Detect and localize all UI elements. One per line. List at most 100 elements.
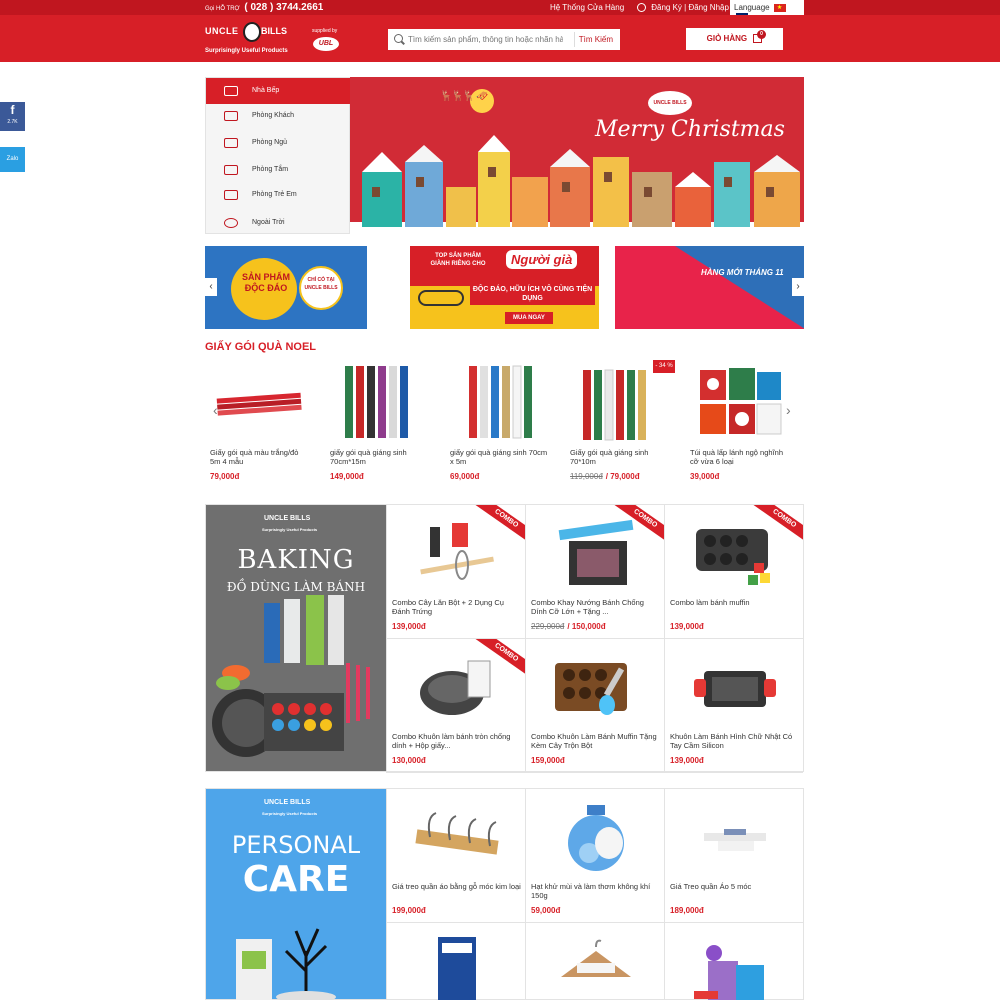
glasses-icon [418, 290, 464, 306]
product-card[interactable]: Giá Treo quần Áo 5 móc 189,000đ [664, 789, 803, 923]
promo1-title: SẢN PHẨM ĐỘC ĐÁO [241, 272, 290, 293]
product-name[interactable]: Hạt khử mùi và làm thơm không khí 150g [531, 882, 661, 900]
store-system-link[interactable]: Hệ Thống Cửa Hàng [550, 3, 624, 12]
hero-banner-christmas[interactable]: 🦌🦌🦌 🛷 UNCLE BILLS Merry Christmas [350, 77, 804, 234]
banner-logo: UNCLE BILLS [264, 799, 311, 806]
product-price: 149,000đ [330, 472, 364, 481]
product-price: 199,000đ [392, 906, 426, 915]
product-image [694, 671, 776, 707]
carousel-prev-arrow[interactable]: ‹ [205, 278, 217, 296]
product-card[interactable]: COMBO Combo Cây Lăn Bột + 2 Dụng Cụ Đánh… [386, 505, 525, 639]
category-label: Phòng Ngủ [252, 139, 288, 146]
product-name[interactable]: Giá Treo quần Áo 5 móc [670, 882, 800, 891]
product-card[interactable]: Combo Khuôn Làm Bánh Muffin Tặng Kèm Cây… [525, 639, 664, 773]
product-card[interactable]: Hạt khử mùi và làm thơm không khí 150g 5… [525, 789, 664, 923]
banner-title: PERSONAL [231, 831, 361, 859]
product-card[interactable] [386, 923, 525, 1000]
search-button[interactable]: Tìm Kiếm [573, 32, 617, 47]
search-input[interactable] [408, 32, 563, 47]
cart-button[interactable]: GIỎ HÀNG 0 [686, 28, 783, 50]
language-selector[interactable]: Language [730, 0, 804, 21]
current-price: 189,000đ [670, 906, 704, 915]
product-name[interactable]: giấy gói quà giáng sinh 70cm*15m [330, 448, 430, 466]
promo-banner-elderly[interactable]: TOP SẢN PHẨM GIÀNH RIÊNG CHO Người già Đ… [410, 246, 599, 329]
category-item-kitchen[interactable]: Nhà Bếp [206, 78, 351, 104]
category-item-bedroom[interactable]: Phòng Ngủ [206, 130, 351, 156]
user-icon [637, 3, 646, 13]
category-label: Phòng Trẻ Em [252, 191, 297, 198]
product-card[interactable]: Khuôn Làm Bánh Hình Chữ Nhật Có Tay Cầm … [664, 639, 803, 773]
current-price: 139,000đ [670, 756, 704, 765]
banner-subtitle: CARE [242, 859, 350, 900]
header: UNCLE BILLS Surprisingly Useful Products… [0, 15, 1000, 62]
product-name[interactable]: Combo Khuôn làm bánh tròn chống dính + H… [392, 732, 522, 750]
product-card[interactable] [664, 923, 803, 1000]
product-card[interactable]: Túi quà lấp lánh ngộ nghĩnh cỡ vừa 6 loạ… [685, 360, 795, 490]
facebook-icon: f [10, 103, 15, 117]
buy-now-button[interactable]: MUA NGAY [505, 312, 553, 324]
current-price: 199,000đ [392, 906, 426, 915]
product-price: 139,000đ [392, 622, 426, 631]
product-card[interactable] [525, 923, 664, 1000]
product-name[interactable]: Combo Cây Lăn Bột + 2 Dụng Cụ Đánh Trứng [392, 598, 522, 616]
cart-count-badge: 0 [757, 30, 766, 39]
carousel-next-arrow[interactable]: › [792, 278, 804, 296]
category-item-bathroom[interactable]: Phòng Tắm [206, 157, 351, 183]
banner-tagline: Surprisingly Useful Products [262, 527, 318, 532]
facebook-share-button[interactable]: f 2.7K [0, 102, 25, 131]
personal-care-category-banner[interactable]: UNCLE BILLS Surprisingly Useful Products… [206, 789, 386, 1000]
product-card[interactable]: Giá treo quần áo bằng gỗ móc kim loại 19… [386, 789, 525, 923]
baking-tools-illustration [212, 595, 370, 757]
section-title-noel[interactable]: GIẤY GÓI QUÀ NOEL [205, 341, 316, 353]
product-card[interactable]: COMBO Combo làm bánh muffin 139,000đ [664, 505, 803, 639]
logo-text-right: BILLS [261, 26, 287, 36]
current-price: 139,000đ [670, 622, 704, 631]
product-name[interactable]: Combo Khay Nướng Bánh Chống Dính Cỡ Lớn … [531, 598, 661, 616]
current-price: 39,000đ [690, 472, 720, 481]
product-card[interactable]: COMBO Combo Khuôn làm bánh tròn chống dí… [386, 639, 525, 773]
product-name[interactable]: Giấy gói quà màu trắng/đỏ 5m 4 mẫu [210, 448, 310, 466]
product-image [216, 392, 302, 416]
product-name[interactable]: giấy gói quà giáng sinh 70cm x 5m [450, 448, 550, 466]
zalo-button[interactable]: Zalo [0, 147, 25, 172]
product-card[interactable]: giấy gói quà giáng sinh 70cm*15m 149,000… [325, 360, 435, 490]
top-bar: Gọi HỖ TRỢ ( 028 ) 3744.2661 Hệ Thống Cử… [0, 0, 1000, 21]
account-link[interactable]: Đăng Ký | Đăng Nhập [637, 3, 729, 13]
site-logo[interactable]: UNCLE BILLS Surprisingly Useful Products [205, 22, 305, 58]
old-price: 229,000đ [531, 622, 565, 631]
category-item-living-room[interactable]: Phòng Khách [206, 103, 351, 129]
product-price: 189,000đ [670, 906, 704, 915]
current-price: 79,000đ [610, 472, 640, 481]
product-name[interactable]: Combo Khuôn Làm Bánh Muffin Tặng Kèm Cây… [531, 732, 661, 750]
category-item-kids-room[interactable]: Phòng Trẻ Em [206, 182, 351, 208]
promo-banner-new-arrivals[interactable]: HÀNG MỚI THÁNG 11 › [615, 246, 804, 329]
old-price: 119,000đ [570, 472, 603, 481]
product-card[interactable]: - 34 % Giấy gói quà giáng sinh 70*10m 11… [565, 360, 675, 490]
product-card[interactable]: giấy gói quà giáng sinh 70cm x 5m 69,000… [445, 360, 555, 490]
category-item-outdoor[interactable]: Ngoài Trời [206, 210, 351, 236]
product-name[interactable]: Giấy gói quà giáng sinh 70*10m [570, 448, 670, 466]
product-image [415, 812, 499, 855]
banner-title: BAKING [237, 545, 355, 575]
vietnam-flag-icon[interactable] [773, 3, 786, 12]
product-card[interactable]: Giấy gói quà màu trắng/đỏ 5m 4 mẫu 79,00… [205, 360, 315, 490]
kitchen-icon [224, 86, 238, 96]
product-name[interactable]: Khuôn Làm Bánh Hình Chữ Nhật Có Tay Cầm … [670, 732, 800, 750]
product-image [555, 663, 627, 715]
product-image [561, 939, 631, 977]
discount-badge: - 34 % [653, 360, 675, 373]
product-name[interactable]: Túi quà lấp lánh ngộ nghĩnh cỡ vừa 6 loạ… [690, 448, 790, 466]
promo1-badge: CHỈ CÓ TẠI UNCLE BILLS [299, 266, 343, 310]
product-name[interactable]: Combo làm bánh muffin [670, 598, 800, 607]
account-label: Đăng Ký | Đăng Nhập [651, 3, 729, 12]
product-name[interactable]: Giá treo quần áo bằng gỗ móc kim loại [392, 882, 522, 891]
promo3-shape [675, 246, 804, 329]
sofa-icon [224, 111, 238, 121]
product-image [345, 366, 408, 438]
promo-banner-unique-products[interactable]: SẢN PHẨM ĐỘC ĐÁO CHỈ CÓ TẠI UNCLE BILLS … [205, 246, 367, 329]
sun-icon [224, 218, 238, 228]
personal-care-category-block: UNCLE BILLS Surprisingly Useful Products… [205, 788, 804, 1000]
baking-category-banner[interactable]: UNCLE BILLS Surprisingly Useful Products… [206, 505, 386, 771]
hotline-number[interactable]: ( 028 ) 3744.2661 [244, 2, 323, 13]
product-card[interactable]: COMBO Combo Khay Nướng Bánh Chống Dính C… [525, 505, 664, 639]
